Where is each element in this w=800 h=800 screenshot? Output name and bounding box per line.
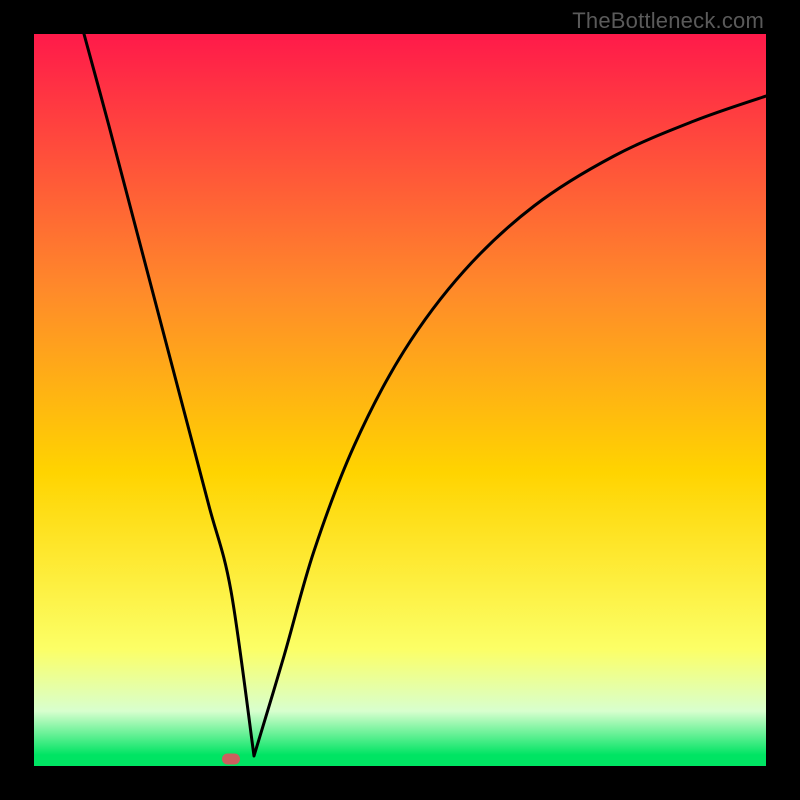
watermark-text: TheBottleneck.com xyxy=(572,8,764,34)
optimal-point-marker xyxy=(222,754,240,765)
bottleneck-curve xyxy=(34,34,766,766)
plot-frame xyxy=(34,34,766,766)
